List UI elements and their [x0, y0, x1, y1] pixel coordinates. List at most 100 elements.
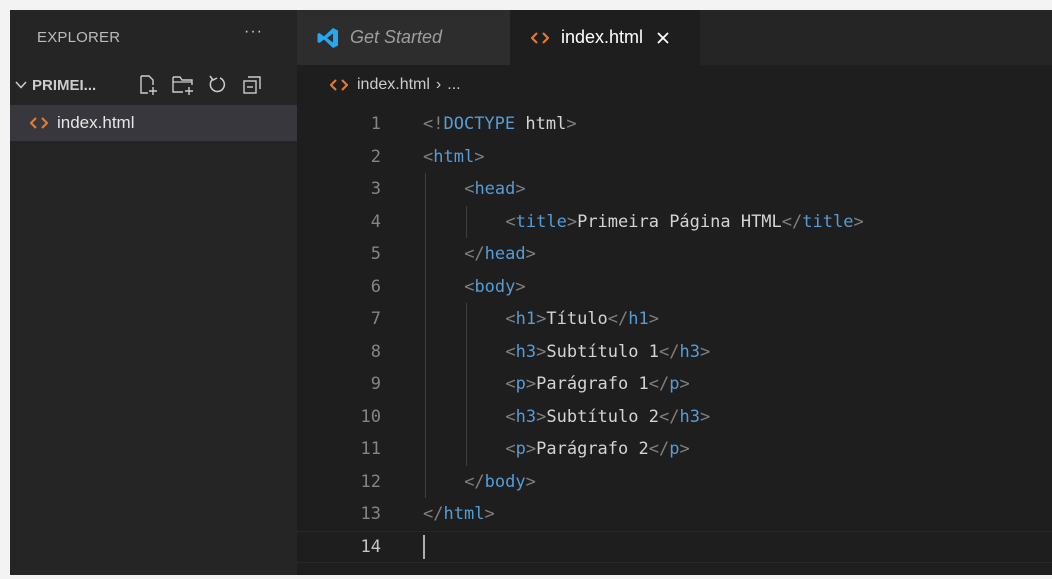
- code-token: >: [525, 374, 537, 395]
- collapse-all-icon[interactable]: [241, 74, 263, 96]
- code-token: title: [802, 211, 854, 232]
- code-token: >: [525, 244, 536, 265]
- tab-label: index.html: [561, 27, 644, 47]
- indent-guide: [425, 465, 426, 498]
- code-line[interactable]: 4 <title>Primeira Página HTML</title>: [297, 205, 1052, 238]
- breadcrumb-file[interactable]: index.html: [357, 76, 430, 94]
- code-token: <: [423, 146, 434, 167]
- line-content: <title>Primeira Página HTML</title>: [505, 212, 863, 232]
- indent-guide: [425, 205, 426, 238]
- code-token: Título: [546, 309, 608, 330]
- line-content: <head>: [464, 179, 525, 199]
- code-token: <: [505, 211, 516, 232]
- code-token: <: [505, 374, 516, 395]
- code-line[interactable]: 8 <h3>Subtítulo 1</h3>: [297, 335, 1052, 368]
- code-line[interactable]: 14: [297, 530, 1052, 563]
- code-token: body: [484, 471, 526, 492]
- code-line[interactable]: 13 </html>: [297, 498, 1052, 531]
- code-token: h3: [515, 341, 537, 362]
- code-token: >: [536, 406, 547, 427]
- code-token: >: [484, 504, 495, 525]
- code-token: >: [474, 146, 485, 167]
- code-line[interactable]: 9 <p>Parágrafo 1</p>: [297, 368, 1052, 401]
- tab-get-started[interactable]: Get Started: [297, 10, 510, 65]
- code-token: </: [648, 439, 670, 460]
- indent-guide: [425, 335, 426, 368]
- file-item-index-html[interactable]: index.html: [10, 105, 297, 141]
- code-token: p: [669, 374, 680, 395]
- code-token: >: [525, 439, 537, 460]
- indent-guide: [425, 270, 426, 303]
- indent-guide: [466, 368, 468, 401]
- code-token: head: [474, 179, 516, 200]
- vscode-window: EXPLORER ··· PRIMEI... index.html Get St…: [10, 10, 1052, 575]
- code-token: body: [474, 276, 516, 297]
- line-number: 12: [360, 471, 381, 492]
- code-token: </: [648, 374, 670, 395]
- code-line[interactable]: 7 <h1>Título</h1>: [297, 303, 1052, 336]
- code-line[interactable]: 12 </body>: [297, 465, 1052, 498]
- code-token: >: [679, 439, 690, 460]
- refresh-icon[interactable]: [207, 74, 229, 96]
- code-token: >: [699, 406, 711, 427]
- code-token: </: [607, 309, 629, 330]
- new-file-icon[interactable]: [137, 74, 159, 96]
- close-icon[interactable]: [656, 31, 670, 45]
- code-line[interactable]: 5 </head>: [297, 238, 1052, 271]
- line-content: <body>: [464, 277, 525, 297]
- code-line[interactable]: 3 <head>: [297, 173, 1052, 206]
- line-content: <h1>Título</h1>: [505, 309, 659, 329]
- code-token: <: [464, 276, 475, 297]
- line-number: 4: [370, 211, 381, 232]
- indent-guide: [466, 400, 468, 433]
- editor-area: Get Started index.html index.html › ... …: [297, 10, 1052, 575]
- code-token: <: [505, 439, 516, 460]
- tab-index-html[interactable]: index.html: [510, 10, 700, 65]
- line-number: 7: [370, 309, 381, 330]
- line-content: </body>: [464, 472, 536, 492]
- code-line[interactable]: 10 <h3>Subtítulo 2</h3>: [297, 400, 1052, 433]
- folder-header[interactable]: PRIMEI...: [10, 65, 297, 105]
- code-token: html: [525, 114, 567, 135]
- code-line[interactable]: 1 <!DOCTYPE html>: [297, 108, 1052, 141]
- code-token: >: [699, 341, 711, 362]
- tab-label: Get Started: [350, 27, 443, 47]
- indent-guide: [425, 400, 426, 433]
- code-token: p: [515, 374, 526, 395]
- code-token: p: [669, 439, 680, 460]
- code-line[interactable]: 6 <body>: [297, 270, 1052, 303]
- new-folder-icon[interactable]: [171, 74, 195, 96]
- indent-guide: [425, 433, 426, 466]
- code-editor[interactable]: 1 <!DOCTYPE html> 2 <html> 3 <head> 4 <title>Pr…: [297, 108, 1052, 563]
- line-number: 11: [360, 439, 381, 460]
- code-token: >: [679, 374, 690, 395]
- code-token: >: [566, 114, 577, 135]
- indent-guide: [466, 303, 468, 336]
- code-token: Parágrafo 1: [536, 374, 649, 395]
- code-line[interactable]: 2 <html>: [297, 141, 1052, 174]
- code-token: h3: [679, 341, 700, 362]
- code-token: </: [658, 406, 680, 427]
- indent-guide: [425, 173, 426, 206]
- more-actions-button[interactable]: ···: [244, 23, 263, 41]
- code-token: >: [515, 276, 526, 297]
- breadcrumb: index.html › ...: [297, 65, 1052, 105]
- code-token: Primeira Página HTML: [577, 211, 782, 232]
- explorer-header: EXPLORER ···: [10, 10, 297, 65]
- code-token: h3: [679, 406, 700, 427]
- line-number: 13: [360, 504, 381, 525]
- line-number: 3: [370, 179, 381, 200]
- code-line[interactable]: 11 <p>Parágrafo 2</p>: [297, 433, 1052, 466]
- html-file-icon: [531, 31, 549, 45]
- code-token: title: [515, 211, 567, 232]
- line-number: 10: [360, 406, 381, 427]
- breadcrumb-symbols[interactable]: ...: [447, 76, 460, 94]
- code-token: DOCTYPE: [443, 114, 526, 135]
- vscode-logo-icon: [316, 26, 340, 50]
- folder-actions: [137, 74, 263, 96]
- line-number: 8: [370, 341, 381, 362]
- breadcrumb-separator: ›: [435, 76, 442, 93]
- html-file-icon: [30, 116, 48, 130]
- line-content: </html>: [423, 504, 495, 524]
- code-token: h3: [515, 406, 537, 427]
